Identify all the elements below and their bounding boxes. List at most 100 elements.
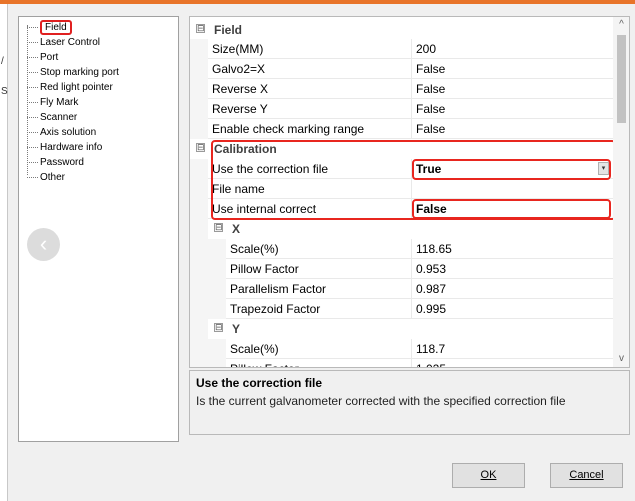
tree-item-other[interactable]: Other: [23, 171, 65, 184]
property-value[interactable]: 0.953: [411, 259, 613, 279]
property-value[interactable]: False: [411, 99, 613, 119]
category-label: Field: [214, 23, 243, 37]
scroll-up-icon[interactable]: ^: [613, 17, 629, 33]
row-margin: [190, 359, 226, 367]
property-row[interactable]: Reverse X False: [190, 79, 613, 99]
row-margin: [190, 239, 226, 259]
property-value[interactable]: 118.65: [411, 239, 613, 259]
property-row[interactable]: Reverse Y False: [190, 99, 613, 119]
category-label: X: [232, 222, 241, 236]
property-value[interactable]: 0.995: [411, 299, 613, 319]
tree-item-axis-solution[interactable]: Axis solution: [23, 126, 96, 139]
dropdown-arrow-icon[interactable]: ▾: [598, 162, 609, 175]
tree-item-field[interactable]: Field: [23, 20, 72, 35]
property-value[interactable]: False: [411, 199, 613, 219]
property-name: Reverse Y: [208, 99, 411, 119]
property-name: Use the correction file: [208, 159, 411, 179]
tree-item-fly-mark[interactable]: Fly Mark: [23, 96, 78, 109]
vertical-scrollbar[interactable]: ^ v: [613, 17, 629, 367]
property-row[interactable]: Galvo2=X False: [190, 59, 613, 79]
collapse-icon[interactable]: ⊟: [196, 24, 205, 33]
correction-file-dropdown[interactable]: True ▾: [411, 159, 613, 179]
row-margin: [190, 119, 208, 139]
row-margin: [190, 99, 208, 119]
row-margin: [190, 159, 208, 179]
property-value[interactable]: False: [411, 119, 613, 139]
description-title: Use the correction file: [196, 376, 323, 390]
collapse-icon[interactable]: ⊟: [214, 323, 223, 332]
row-margin: [190, 299, 226, 319]
collapse-icon[interactable]: ⊟: [196, 143, 205, 152]
property-value[interactable]: 1.025: [411, 359, 613, 367]
property-name: Parallelism Factor: [226, 279, 411, 299]
scrollbar-thumb[interactable]: [617, 35, 626, 123]
tree-item-red-light-pointer[interactable]: Red light pointer: [23, 81, 113, 94]
property-name: Enable check marking range: [208, 119, 411, 139]
property-name: Reverse X: [208, 79, 411, 99]
property-name: Scale(%): [226, 239, 411, 259]
property-name: Pillow Factor: [226, 259, 411, 279]
window-top-accent: [0, 0, 635, 4]
row-margin: [190, 319, 208, 339]
row-margin: [190, 59, 208, 79]
tree-item-scanner[interactable]: Scanner: [23, 111, 77, 124]
category-field[interactable]: ⊟ Field: [190, 20, 613, 40]
collapse-icon[interactable]: ⊟: [214, 223, 223, 232]
chevron-left-icon: ‹: [39, 231, 48, 256]
cancel-button[interactable]: Cancel: [550, 463, 623, 488]
tree-item-port[interactable]: Port: [23, 51, 58, 64]
property-row[interactable]: Size(MM) 200: [190, 39, 613, 59]
property-row[interactable]: Pillow Factor 0.953: [190, 259, 613, 279]
property-value[interactable]: False: [411, 59, 613, 79]
tree-item-hardware-info[interactable]: Hardware info: [23, 141, 102, 154]
property-row[interactable]: Enable check marking range False: [190, 119, 613, 139]
row-margin: [190, 259, 226, 279]
category-calibration[interactable]: ⊟ Calibration: [190, 139, 613, 159]
category-label: Calibration: [214, 142, 277, 156]
dropdown-value: True: [416, 162, 442, 176]
property-name: Galvo2=X: [208, 59, 411, 79]
background-window-edge: / S: [0, 4, 8, 501]
tree-item-laser-control[interactable]: Laser Control: [23, 36, 100, 49]
property-row[interactable]: Scale(%) 118.7: [190, 339, 613, 359]
edge-glyph: S: [1, 86, 8, 97]
category-label: Y: [232, 322, 241, 336]
property-value[interactable]: 0.987: [411, 279, 613, 299]
row-margin: [190, 339, 226, 359]
file-name-value[interactable]: [411, 179, 613, 199]
row-margin: [190, 79, 208, 99]
property-row[interactable]: Parallelism Factor 0.987: [190, 279, 613, 299]
property-value[interactable]: 118.7: [411, 339, 613, 359]
property-name: Scale(%): [226, 339, 411, 359]
description-text: Is the current galvanometer corrected wi…: [196, 394, 566, 408]
property-name: Size(MM): [208, 39, 411, 59]
edge-glyph: /: [1, 56, 4, 67]
row-margin: [190, 219, 208, 239]
property-value[interactable]: False: [411, 79, 613, 99]
property-value[interactable]: 200: [411, 39, 613, 59]
row-margin: [190, 179, 208, 199]
tree-item-label: Field: [40, 20, 72, 35]
property-name: Trapezoid Factor: [226, 299, 411, 319]
property-row-use-internal-correct[interactable]: Use internal correct False: [190, 199, 613, 219]
row-margin: [190, 39, 208, 59]
tree-item-stop-marking-port[interactable]: Stop marking port: [23, 66, 119, 79]
property-row[interactable]: Pillow Factor1.025: [190, 359, 613, 367]
property-name: Pillow Factor: [226, 359, 411, 367]
scroll-down-icon[interactable]: v: [613, 351, 629, 367]
property-row[interactable]: Trapezoid Factor 0.995: [190, 299, 613, 319]
property-name: File name: [208, 179, 411, 199]
property-row-use-correction-file[interactable]: Use the correction file True ▾: [190, 159, 613, 179]
description-panel: Use the correction file Is the current g…: [189, 370, 630, 435]
property-row[interactable]: Scale(%) 118.65: [190, 239, 613, 259]
previous-button[interactable]: ‹: [27, 228, 60, 261]
category-y[interactable]: ⊟ Y: [190, 319, 613, 339]
property-name: Use internal correct: [208, 199, 411, 219]
row-margin: [190, 199, 208, 219]
property-row[interactable]: File name: [190, 179, 613, 199]
property-grid: ⊟ Field Size(MM) 200 Galvo2=X False Revers…: [189, 16, 630, 368]
ok-button[interactable]: OK: [452, 463, 525, 488]
category-x[interactable]: ⊟ X: [190, 219, 613, 239]
tree-item-password[interactable]: Password: [23, 156, 84, 169]
row-margin: [190, 279, 226, 299]
